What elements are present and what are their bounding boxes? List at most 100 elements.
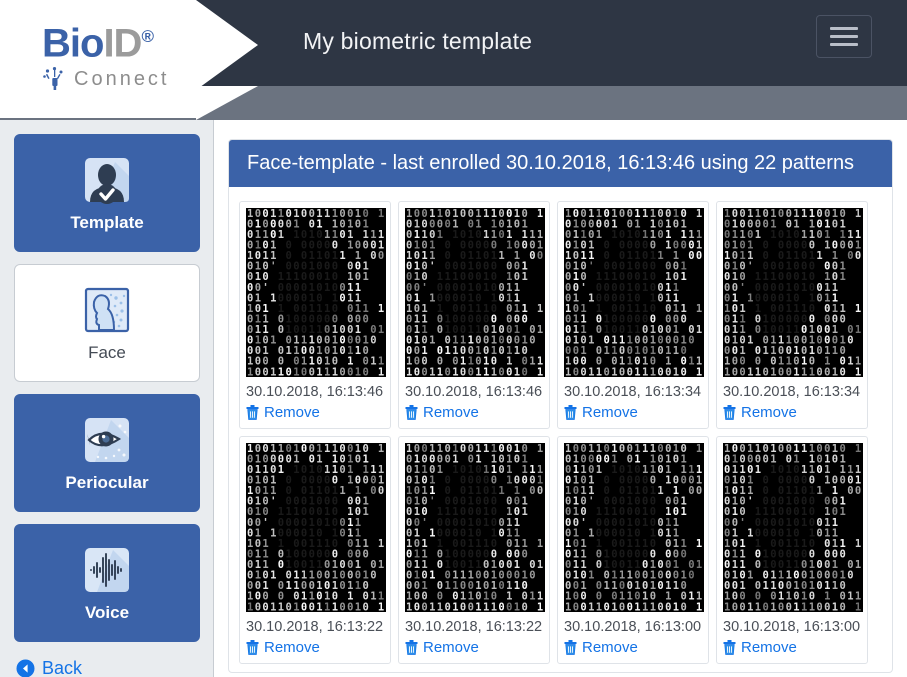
svg-text:1: 1 <box>355 366 361 377</box>
svg-text:1: 1 <box>611 464 617 476</box>
svg-text:1: 1 <box>293 464 299 476</box>
binary-face-pattern-image: 1001101001110010101000010110101011011010… <box>246 208 386 377</box>
svg-text:0: 0 <box>522 366 528 377</box>
svg-text:0: 0 <box>255 366 261 377</box>
sidebar-item-template[interactable]: Template <box>14 134 200 252</box>
sidebar-item-face[interactable]: Face <box>14 264 200 382</box>
svg-text:0: 0 <box>529 335 535 347</box>
remove-template-button[interactable]: Remove <box>723 404 861 421</box>
svg-text:1: 1 <box>642 443 648 455</box>
svg-text:1: 1 <box>316 601 322 612</box>
svg-text:1: 1 <box>770 601 776 612</box>
svg-text:0: 0 <box>522 475 528 487</box>
remove-label: Remove <box>264 404 320 421</box>
svg-text:0: 0 <box>665 366 671 377</box>
svg-text:0: 0 <box>278 559 284 571</box>
binary-face-pattern-image: 1001101001110010101000010110101011011010… <box>405 443 545 612</box>
svg-text:1: 1 <box>332 601 338 612</box>
svg-text:0: 0 <box>816 366 822 377</box>
svg-text:1: 1 <box>755 464 761 476</box>
svg-text:0: 0 <box>262 366 268 377</box>
svg-text:1: 1 <box>324 517 330 529</box>
sidebar-item-periocular[interactable]: Periocular <box>14 394 200 512</box>
svg-text:1: 1 <box>355 601 361 612</box>
remove-template-button[interactable]: Remove <box>564 639 702 656</box>
svg-text:0: 0 <box>778 601 784 612</box>
svg-text:0: 0 <box>529 250 535 262</box>
svg-text:1: 1 <box>529 356 535 368</box>
sidebar-item-voice[interactable]: Voice <box>14 524 200 642</box>
remove-template-button[interactable]: Remove <box>723 639 861 656</box>
svg-text:1: 1 <box>793 366 799 377</box>
svg-text:1: 1 <box>696 443 702 455</box>
svg-text:1: 1 <box>770 229 776 241</box>
svg-text:1: 1 <box>429 570 435 582</box>
svg-text:1: 1 <box>452 464 458 476</box>
svg-text:1: 1 <box>378 303 384 315</box>
binary-face-pattern-image: 1001101001110010101000010110101011011010… <box>246 443 386 612</box>
svg-text:1: 1 <box>770 464 776 476</box>
svg-text:1: 1 <box>809 601 815 612</box>
svg-text:1: 1 <box>634 366 640 377</box>
svg-text:0: 0 <box>681 601 687 612</box>
svg-text:0: 0 <box>286 218 292 230</box>
svg-text:0: 0 <box>778 366 784 377</box>
svg-text:1: 1 <box>498 250 504 262</box>
svg-text:1: 1 <box>642 601 648 612</box>
face-profile-icon <box>81 284 133 336</box>
svg-text:': ' <box>580 282 586 294</box>
svg-text:0: 0 <box>816 464 822 476</box>
remove-template-button[interactable]: Remove <box>564 404 702 421</box>
svg-text:1: 1 <box>673 366 679 377</box>
remove-template-button[interactable]: Remove <box>246 404 384 421</box>
svg-text:0: 0 <box>816 580 822 592</box>
svg-text:1: 1 <box>747 335 753 347</box>
remove-template-button[interactable]: Remove <box>405 404 543 421</box>
svg-text:1: 1 <box>286 580 292 592</box>
svg-text:0: 0 <box>681 314 687 326</box>
svg-text:1: 1 <box>483 366 489 377</box>
svg-text:1: 1 <box>801 366 807 377</box>
remove-template-button[interactable]: Remove <box>405 639 543 656</box>
svg-text:0: 0 <box>832 453 838 465</box>
sidebar-item-label: Voice <box>84 602 130 622</box>
svg-text:0: 0 <box>657 229 663 241</box>
svg-text:0: 0 <box>363 475 369 487</box>
svg-text:': ' <box>421 517 427 529</box>
remove-label: Remove <box>423 639 479 656</box>
svg-text:1: 1 <box>755 229 761 241</box>
svg-text:1: 1 <box>537 601 543 612</box>
template-portrait-check-icon <box>81 154 133 206</box>
svg-text:1: 1 <box>355 345 361 357</box>
svg-text:0: 0 <box>619 208 625 220</box>
svg-text:1: 1 <box>445 580 451 592</box>
svg-text:0: 0 <box>786 366 792 377</box>
svg-text:0: 0 <box>778 443 784 455</box>
svg-text:0: 0 <box>855 250 861 262</box>
brand-logo[interactable]: BioID® Connect <box>42 16 217 92</box>
svg-text:0: 0 <box>437 559 443 571</box>
svg-text:1: 1 <box>378 324 384 336</box>
svg-text:0: 0 <box>498 464 504 476</box>
back-link[interactable]: Back <box>16 658 199 677</box>
svg-text:0: 0 <box>681 240 687 252</box>
svg-text:1: 1 <box>514 345 520 357</box>
svg-text:0: 0 <box>855 485 861 497</box>
svg-text:0: 0 <box>498 580 504 592</box>
svg-text:0: 0 <box>355 453 361 465</box>
svg-text:1: 1 <box>324 443 330 455</box>
remove-template-button[interactable]: Remove <box>246 639 384 656</box>
svg-text:1: 1 <box>688 356 694 368</box>
svg-text:1: 1 <box>604 345 610 357</box>
svg-text:0: 0 <box>414 601 420 612</box>
thumbnail-grid: 1001101001110010101000010110101011011010… <box>229 187 892 664</box>
svg-text:0: 0 <box>460 601 466 612</box>
svg-text:1: 1 <box>429 335 435 347</box>
svg-text:0: 0 <box>696 485 702 497</box>
svg-text:0: 0 <box>832 218 838 230</box>
svg-text:0: 0 <box>468 366 474 377</box>
svg-text:1: 1 <box>696 601 702 612</box>
svg-text:': ' <box>262 282 268 294</box>
hamburger-menu-button[interactable] <box>816 15 872 58</box>
svg-text:1: 1 <box>824 240 830 252</box>
